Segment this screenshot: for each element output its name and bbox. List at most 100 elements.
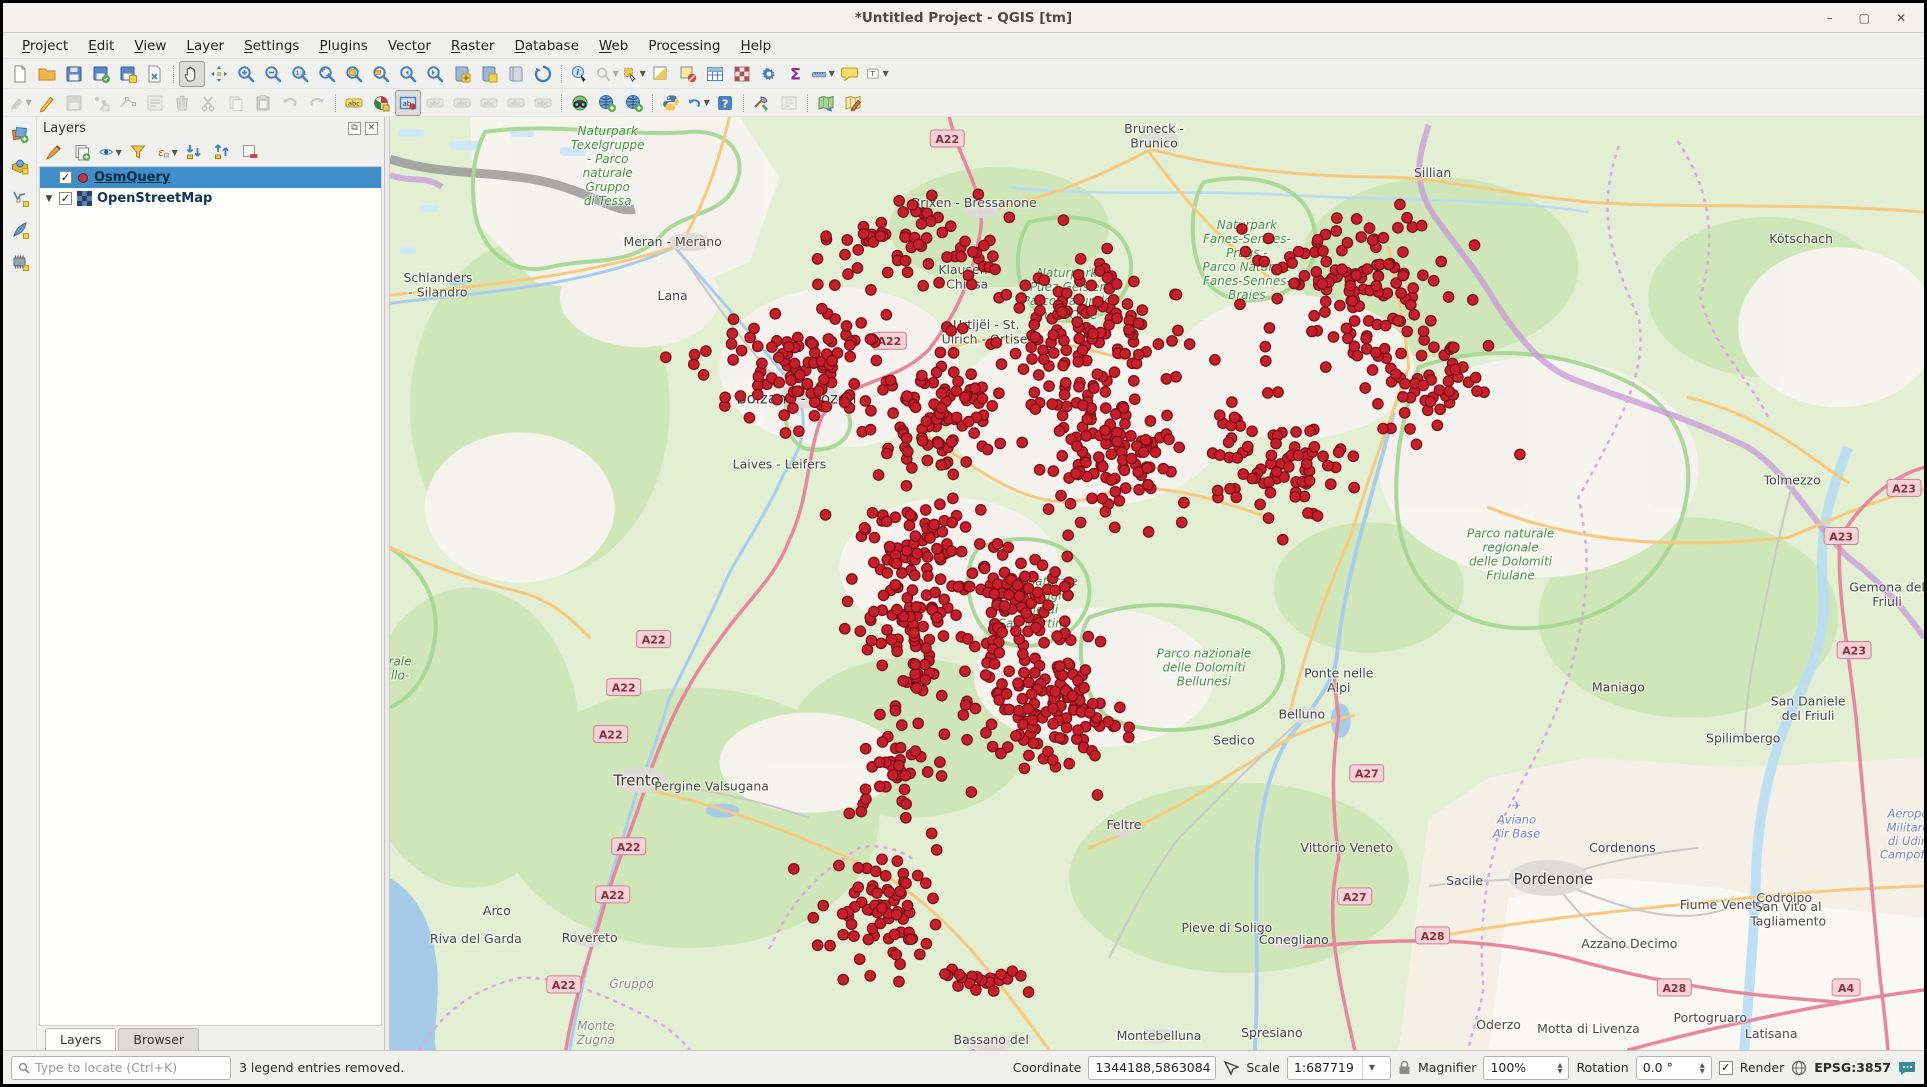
menu-plugins[interactable]: Plugins <box>310 35 376 57</box>
expand-all-button[interactable] <box>181 139 207 165</box>
maximize-button[interactable]: ▢ <box>1859 3 1870 33</box>
coordinate-input[interactable]: 1344188,5863084 <box>1088 1056 1216 1080</box>
project-properties-button[interactable] <box>142 61 168 87</box>
filter-legend-button[interactable] <box>125 139 151 165</box>
spin-arrows-icon[interactable]: ▲▼ <box>1700 1062 1705 1074</box>
dock-tab-browser[interactable]: Browser <box>118 1028 199 1050</box>
new-geopackage-layer-button[interactable] <box>7 153 33 179</box>
layer-diagram-button[interactable] <box>368 90 394 116</box>
locator-input[interactable]: Type to locate (Ctrl+K) <box>11 1056 231 1080</box>
statistics-button[interactable]: Σ <box>783 61 809 87</box>
zoom-to-selection-button[interactable] <box>341 61 367 87</box>
zoom-next-button[interactable] <box>422 61 448 87</box>
processing-toolbox-button[interactable] <box>756 61 782 87</box>
identify-features-button[interactable]: i <box>567 61 593 87</box>
lock-icon[interactable] <box>1398 1060 1411 1075</box>
menu-edit[interactable]: Edit <box>79 35 123 57</box>
menu-vector[interactable]: Vector <box>379 35 440 57</box>
pan-to-selection-button[interactable] <box>206 61 232 87</box>
qms-add-button[interactable] <box>594 90 620 116</box>
minimize-button[interactable]: – <box>1827 3 1833 33</box>
menu-settings[interactable]: Settings <box>235 35 308 57</box>
deselect-features-button[interactable] <box>648 61 674 87</box>
menu-processing[interactable]: Processing <box>639 35 729 57</box>
panel-close-button[interactable]: ✕ <box>365 122 378 135</box>
new-memory-layer-button[interactable] <box>7 249 33 275</box>
osm-query-point <box>1072 317 1082 327</box>
pan-map-button[interactable] <box>179 61 205 87</box>
menu-raster[interactable]: Raster <box>442 35 504 57</box>
zoom-in-button[interactable] <box>233 61 259 87</box>
help-button[interactable]: ? <box>712 90 738 116</box>
close-button[interactable]: ✕ <box>1896 3 1906 33</box>
add-group-button[interactable] <box>69 139 95 165</box>
messages-icon[interactable] <box>1898 1060 1916 1076</box>
zoom-out-button[interactable] <box>260 61 286 87</box>
new-project-button[interactable] <box>7 61 33 87</box>
layer-labeling-button[interactable]: abc <box>341 90 367 116</box>
measure-button[interactable]: ▼ <box>810 61 836 87</box>
processing-history-button[interactable]: ▼ <box>685 90 711 116</box>
select-features-button[interactable]: ▼ <box>621 61 647 87</box>
remove-layer-button[interactable] <box>237 139 263 165</box>
show-bookmarks-button[interactable] <box>476 61 502 87</box>
layer-visibility-checkbox[interactable]: ✓ <box>59 171 72 184</box>
dock-tab-layers[interactable]: Layers <box>45 1028 116 1050</box>
title-bar[interactable]: *Untitled Project - QGIS [tm] – ▢ ✕ <box>3 3 1924 33</box>
menu-database[interactable]: Database <box>505 35 587 57</box>
open-layer-styling-button[interactable] <box>41 139 67 165</box>
chevron-down-icon[interactable]: ▼ <box>1362 1057 1375 1079</box>
map-tips-button[interactable] <box>837 61 863 87</box>
toggle-editing-button[interactable] <box>34 90 60 116</box>
layout-manager-button[interactable] <box>729 61 755 87</box>
new-bookmark-button[interactable] <box>449 61 475 87</box>
zoom-full-button[interactable] <box>314 61 340 87</box>
crs-status[interactable]: EPSG:3857 <box>1814 1060 1891 1075</box>
osm-edit-button[interactable] <box>840 90 866 116</box>
refresh-button[interactable] <box>530 61 556 87</box>
zoom-native-button[interactable]: 1:1 <box>287 61 313 87</box>
crs-globe-icon[interactable] <box>1791 1060 1807 1076</box>
magnifier-spinbox[interactable]: 100%▲▼ <box>1483 1056 1569 1080</box>
qms-search-button[interactable] <box>813 90 839 116</box>
render-checkbox[interactable]: ✓ <box>1719 1061 1733 1075</box>
layer-item-osmquery[interactable]: ✓OsmQuery <box>40 167 381 188</box>
expander-icon[interactable]: ▼ <box>44 194 54 204</box>
menu-view[interactable]: View <box>125 35 175 57</box>
osm-tools-button[interactable] <box>749 90 775 116</box>
map-canvas[interactable]: Bruneck -BrunicoSillianKötschachBrixen -… <box>390 117 1924 1050</box>
menu-layer[interactable]: Layer <box>177 35 233 57</box>
zoom-last-button[interactable] <box>395 61 421 87</box>
save-template-button[interactable] <box>115 61 141 87</box>
osm-query-point <box>884 887 894 897</box>
save-project-button[interactable] <box>61 61 87 87</box>
scale-combobox[interactable]: 1:687719▼ <box>1287 1056 1391 1080</box>
open-project-button[interactable] <box>34 61 60 87</box>
rotation-spinbox[interactable]: 0.0 °▲▼ <box>1636 1056 1712 1080</box>
layer-item-openstreetmap[interactable]: ▼✓OpenStreetMap <box>40 188 381 209</box>
bookmark-button[interactable] <box>503 61 529 87</box>
new-shapefile-layer-button[interactable] <box>7 185 33 211</box>
extents-toggle-icon[interactable] <box>1223 1060 1239 1076</box>
panel-float-button[interactable]: ⧉ <box>348 122 361 135</box>
manage-map-themes-button[interactable]: ▼ <box>97 139 123 165</box>
zoom-to-layer-button[interactable] <box>368 61 394 87</box>
layer-tree[interactable]: ✓OsmQuery▼✓OpenStreetMap <box>39 166 382 1026</box>
python-console-button[interactable] <box>658 90 684 116</box>
collapse-all-button[interactable] <box>209 139 235 165</box>
menu-help[interactable]: Help <box>731 35 780 57</box>
open-attribute-table-button[interactable] <box>702 61 728 87</box>
spin-arrows-icon[interactable]: ▲▼ <box>1557 1062 1562 1074</box>
new-virtual-layer-button[interactable] <box>7 217 33 243</box>
filter-expression-button[interactable]: ε▼ <box>153 139 179 165</box>
layer-visibility-checkbox[interactable]: ✓ <box>59 192 72 205</box>
save-project-as-button[interactable] <box>88 61 114 87</box>
text-annotation-button[interactable]: T▼ <box>864 61 890 87</box>
menu-project[interactable]: Project <box>13 35 77 57</box>
deselect-all-button[interactable] <box>675 61 701 87</box>
quickosm-button[interactable] <box>567 90 593 116</box>
open-data-source-manager-button[interactable] <box>7 121 33 147</box>
highlight-labels-button[interactable]: ab <box>395 90 421 116</box>
qms-services-button[interactable] <box>621 90 647 116</box>
menu-web[interactable]: Web <box>590 35 637 57</box>
